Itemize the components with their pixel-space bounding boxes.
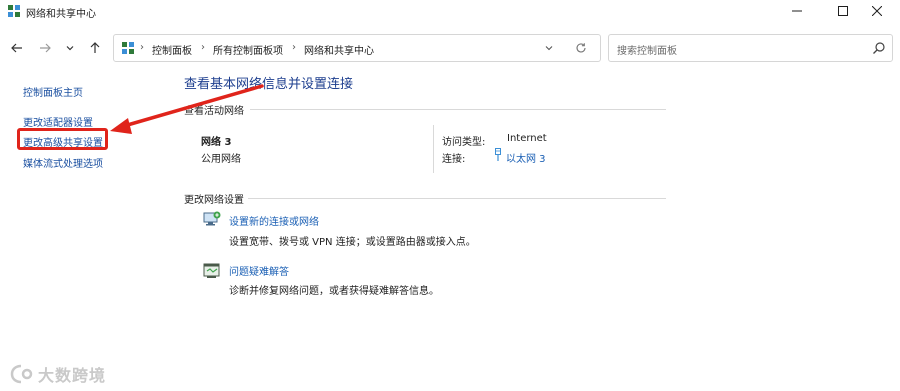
network-center-icon [8,5,20,17]
search-icon[interactable] [872,41,886,55]
access-type-label: 访问类型: [442,137,486,148]
sidebar-item-change-adapter-settings[interactable]: 更改适配器设置 [23,114,93,129]
page-title: 查看基本网络信息并设置连接 [184,77,354,92]
network-center-icon [122,42,134,54]
chevron-down-icon [66,46,74,51]
minimize-button[interactable] [774,0,820,22]
window-title: 网络和共享中心 [26,9,96,20]
minimize-icon [792,10,802,12]
setup-new-connection-link[interactable]: 设置新的连接或网络 [229,213,319,228]
close-button[interactable] [854,0,900,22]
sidebar-item-control-panel-home[interactable]: 控制面板主页 [23,84,83,99]
connection-link[interactable]: 以太网 3 [506,150,546,165]
vertical-divider [433,125,434,173]
title-bar: 网络和共享中心 [0,0,900,22]
change-settings-title: 更改网络设置 [184,195,244,206]
close-icon [872,6,882,16]
address-bar[interactable]: › 控制面板 › 所有控制面板项 › 网络和共享中心 [113,34,601,62]
highlight-box [17,128,108,150]
arrow-up-icon [90,42,100,53]
troubleshoot-link[interactable]: 问题疑难解答 [229,263,289,278]
new-connection-icon [203,211,221,226]
back-button[interactable] [7,38,27,58]
breadcrumb-separator: › [140,42,144,53]
address-dropdown-button[interactable] [541,41,557,55]
arrow-left-icon [11,43,22,53]
forward-button[interactable] [35,38,55,58]
breadcrumb-current[interactable]: 网络和共享中心 [304,42,374,57]
refresh-button[interactable] [573,40,589,56]
breadcrumb-all-items[interactable]: 所有控制面板项 [213,42,283,57]
connection-label: 连接: [442,154,466,165]
sidebar-item-media-streaming[interactable]: 媒体流式处理选项 [23,155,103,170]
chevron-down-icon [545,46,553,51]
refresh-icon [576,43,586,53]
divider [248,198,666,199]
maximize-icon [838,6,848,16]
troubleshoot-icon [203,263,220,278]
search-placeholder: 搜索控制面板 [617,46,677,57]
breadcrumb-separator: › [292,42,296,53]
up-button[interactable] [85,38,105,58]
watermark: 大数跨境 [8,362,106,386]
divider [250,109,666,110]
setup-new-connection-desc: 设置宽带、拨号或 VPN 连接；或设置路由器或接入点。 [229,237,476,248]
recent-locations-button[interactable] [60,38,80,58]
watermark-logo-icon [10,364,33,384]
access-type-value: Internet [507,133,547,144]
troubleshoot-desc: 诊断并修复网络问题，或者获得疑难解答信息。 [229,286,439,297]
arrow-right-icon [40,43,51,53]
network-type-link[interactable]: 公用网络 [201,150,241,165]
watermark-text: 大数跨境 [38,366,107,385]
ethernet-icon [495,148,501,161]
breadcrumb-separator: › [201,42,205,53]
search-input[interactable]: 搜索控制面板 [608,34,893,62]
breadcrumb-control-panel[interactable]: 控制面板 [152,42,192,57]
active-networks-title: 查看活动网络 [184,106,244,117]
network-name: 网络 3 [201,137,232,148]
